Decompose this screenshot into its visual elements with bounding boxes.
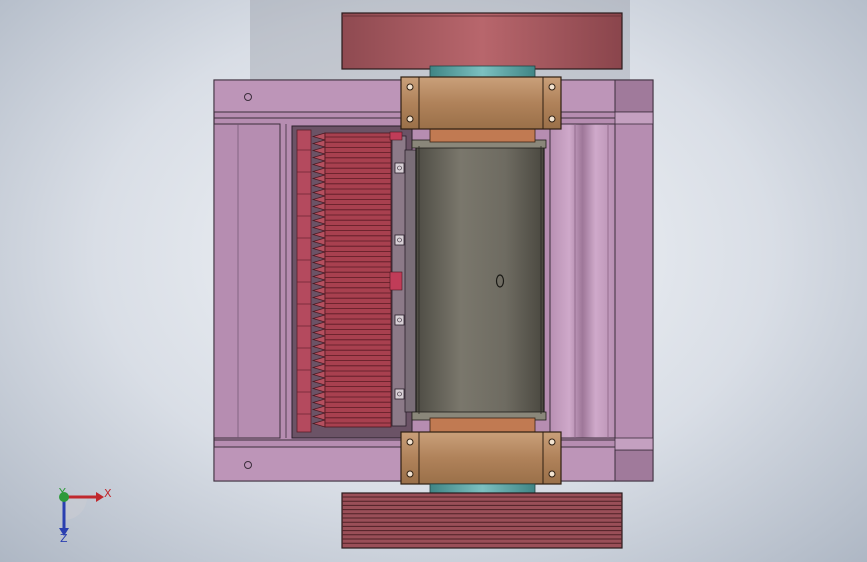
- x-axis-arrow-icon: [96, 492, 104, 502]
- rotor-drum[interactable]: [415, 145, 545, 415]
- corner-step-bottom-right: [614, 437, 654, 451]
- corner-block-bottom-right: [614, 449, 654, 482]
- shaft-bottom: [429, 417, 536, 433]
- bottom-bearing[interactable]: [400, 431, 562, 485]
- y-axis-label: Y: [58, 486, 66, 499]
- z-axis-label: Z: [60, 532, 68, 545]
- corner-block-top-right: [614, 79, 654, 113]
- top-bearing[interactable]: [400, 76, 562, 130]
- corner-step-top-right: [614, 111, 654, 125]
- top-pulley[interactable]: [341, 12, 623, 70]
- shaft-top: [429, 127, 536, 143]
- left-side-plate: [213, 123, 281, 439]
- accent-red-mid: [389, 271, 403, 291]
- blade-stack[interactable]: [324, 132, 392, 428]
- blade-bracket-inner: [404, 149, 418, 413]
- axis-triad: X Y Z: [58, 486, 112, 545]
- accent-red-top: [389, 131, 403, 141]
- cad-viewport[interactable]: X Y Z: [0, 0, 867, 562]
- x-axis-label: X: [104, 487, 112, 500]
- top-shaft-collar: [429, 65, 536, 79]
- right-groove-channel: [549, 123, 616, 439]
- comb-strip: [296, 129, 312, 433]
